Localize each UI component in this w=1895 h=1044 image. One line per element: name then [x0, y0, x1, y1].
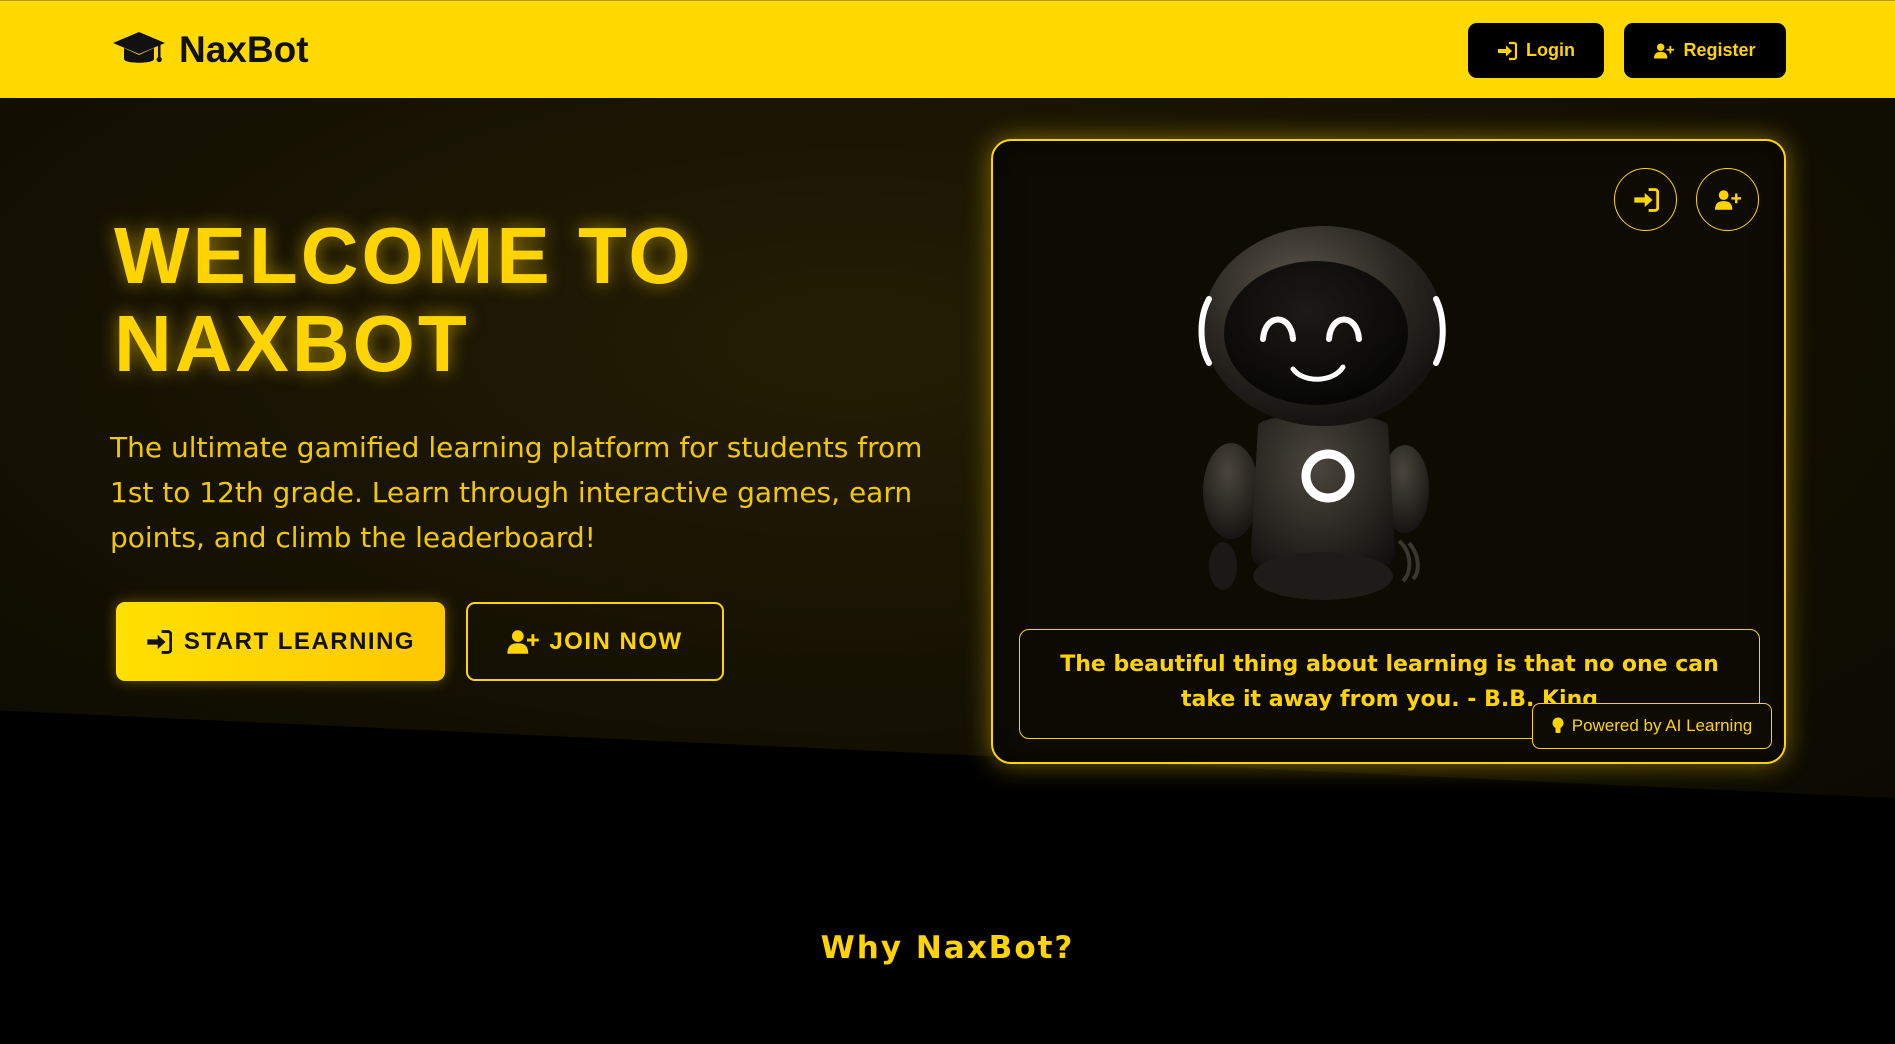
lightbulb-icon — [1552, 717, 1564, 733]
register-button[interactable]: Register — [1624, 23, 1786, 78]
graduation-cap-icon — [113, 32, 165, 63]
robot-card: The beautiful thing about learning is th… — [991, 139, 1786, 764]
brand-name: NaxBot — [179, 29, 309, 70]
user-plus-icon — [1714, 189, 1741, 210]
card-login-button[interactable] — [1614, 168, 1677, 231]
why-naxbot-heading: Why NaxBot? — [820, 930, 1075, 966]
start-learning-label: START LEARNING — [183, 627, 416, 655]
join-now-label: JOIN NOW — [549, 627, 683, 655]
card-register-button[interactable] — [1696, 168, 1759, 231]
join-now-button[interactable]: JOIN NOW — [466, 602, 724, 681]
hero-title-line1: WELCOME TO — [114, 211, 694, 300]
hero-title: WELCOME TO NAXBOT — [114, 212, 834, 388]
sign-in-icon — [147, 629, 172, 654]
hero-title-line2: NAXBOT — [114, 299, 470, 388]
powered-by-badge: Powered by AI Learning — [1532, 703, 1772, 749]
login-button[interactable]: Login — [1468, 23, 1604, 78]
powered-by-label: Powered by AI Learning — [1571, 716, 1753, 735]
sign-in-icon — [1498, 41, 1517, 60]
user-plus-icon — [1654, 43, 1675, 58]
sign-in-icon — [1633, 187, 1659, 212]
register-button-label: Register — [1683, 40, 1756, 60]
brand-logo[interactable]: NaxBot — [113, 27, 309, 73]
start-learning-button[interactable]: START LEARNING — [116, 602, 445, 681]
robot-mascot-image — [1198, 226, 1446, 600]
hero-subtitle: The ultimate gamified learning platform … — [110, 431, 923, 554]
login-button-label: Login — [1526, 40, 1575, 60]
top-navbar: NaxBot Login Register — [0, 0, 1895, 98]
user-plus-icon — [507, 629, 540, 654]
